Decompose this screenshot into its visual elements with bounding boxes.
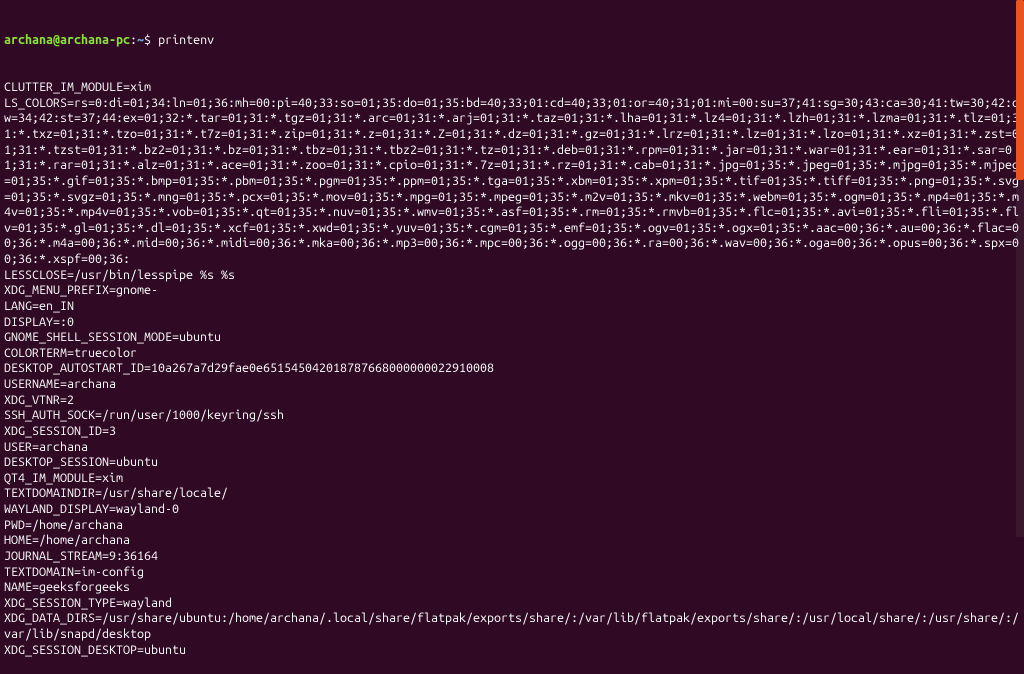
output-line: XDG_SESSION_TYPE=wayland	[4, 596, 1020, 612]
command-input[interactable]: printenv	[158, 33, 214, 47]
prompt-path: ~	[137, 33, 144, 47]
output-line: XDG_VTNR=2	[4, 393, 1020, 409]
prompt-line: archana@archana-pc:~$ printenv	[4, 33, 1020, 49]
output-line: HOME=/home/archana	[4, 533, 1020, 549]
prompt-separator: :	[130, 33, 137, 47]
output-line: XDG_SESSION_DESKTOP=ubuntu	[4, 643, 1020, 659]
output-line: TEXTDOMAIN=im-config	[4, 565, 1020, 581]
output-line: WAYLAND_DISPLAY=wayland-0	[4, 502, 1020, 518]
output-line: LESSCLOSE=/usr/bin/lesspipe %s %s	[4, 268, 1020, 284]
terminal-window[interactable]: archana@archana-pc:~$ printenv CLUTTER_I…	[4, 2, 1020, 674]
output-line: GNOME_SHELL_SESSION_MODE=ubuntu	[4, 330, 1020, 346]
output-line: XDG_SESSION_ID=3	[4, 424, 1020, 440]
output-line: XDG_MENU_PREFIX=gnome-	[4, 283, 1020, 299]
prompt-symbol: $	[144, 33, 151, 47]
output-line: TEXTDOMAINDIR=/usr/share/locale/	[4, 486, 1020, 502]
prompt-user-host: archana@archana-pc	[4, 33, 130, 47]
output-line: CLUTTER_IM_MODULE=xim	[4, 80, 1020, 96]
output-line: JOURNAL_STREAM=9:36164	[4, 549, 1020, 565]
output-line: PWD=/home/archana	[4, 518, 1020, 534]
output-line: DESKTOP_AUTOSTART_ID=10a267a7d29fae0e651…	[4, 361, 1020, 377]
output-line: XDG_DATA_DIRS=/usr/share/ubuntu:/home/ar…	[4, 611, 1020, 642]
output-line: COLORTERM=truecolor	[4, 346, 1020, 362]
output-line: NAME=geeksforgeeks	[4, 580, 1020, 596]
scrollbar-thumb[interactable]	[1016, 0, 1024, 180]
terminal-output: CLUTTER_IM_MODULE=ximLS_COLORS=rs=0:di=0…	[4, 80, 1020, 658]
output-line: USER=archana	[4, 440, 1020, 456]
scrollbar-track[interactable]	[1016, 0, 1024, 537]
output-line: QT4_IM_MODULE=xim	[4, 471, 1020, 487]
output-line: USERNAME=archana	[4, 377, 1020, 393]
output-line: SSH_AUTH_SOCK=/run/user/1000/keyring/ssh	[4, 408, 1020, 424]
output-line: DISPLAY=:0	[4, 315, 1020, 331]
output-line: DESKTOP_SESSION=ubuntu	[4, 455, 1020, 471]
output-line: LS_COLORS=rs=0:di=01;34:ln=01;36:mh=00:p…	[4, 96, 1020, 268]
output-line: LANG=en_IN	[4, 299, 1020, 315]
